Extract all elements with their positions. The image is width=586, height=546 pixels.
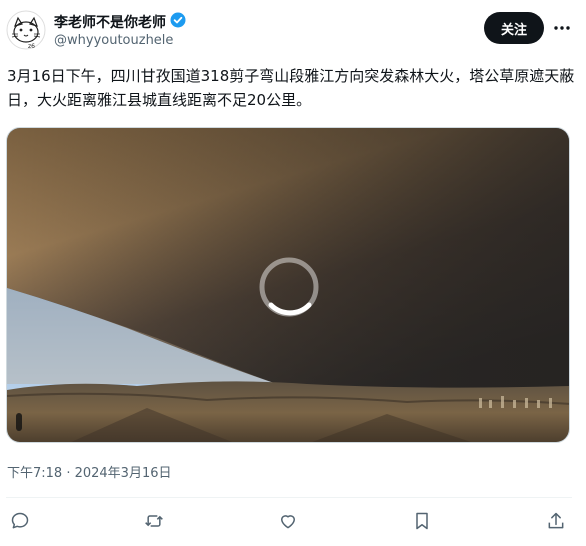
loading-spinner-icon (259, 257, 319, 317)
share-icon[interactable] (543, 508, 569, 534)
avatar[interactable]: z6 (6, 10, 46, 50)
svg-text:z6: z6 (28, 43, 35, 50)
verified-badge-icon (170, 12, 186, 32)
author-handle[interactable]: @whyyoutouzhele (54, 33, 173, 48)
heart-icon[interactable] (275, 508, 301, 534)
action-bar (0, 508, 586, 538)
tweet-text: 3月16日下午，四川甘孜国道318剪子弯山段雅江方向突发森林大火，塔公草原遮天蔽… (7, 67, 575, 109)
author-name[interactable]: 李老师不是你老师 (54, 12, 166, 32)
video-progress-icon[interactable] (16, 413, 22, 431)
tweet-video[interactable] (6, 127, 570, 443)
tweet-timestamp[interactable]: 下午7:18 · 2024年3月16日 (7, 462, 172, 481)
divider (6, 497, 572, 498)
retweet-icon[interactable] (141, 508, 167, 534)
reply-icon[interactable] (7, 508, 33, 534)
follow-button[interactable]: 关注 (484, 12, 544, 44)
bookmark-icon[interactable] (409, 508, 435, 534)
author-name-row[interactable]: 李老师不是你老师 (54, 12, 186, 32)
more-options-icon[interactable] (552, 18, 572, 38)
